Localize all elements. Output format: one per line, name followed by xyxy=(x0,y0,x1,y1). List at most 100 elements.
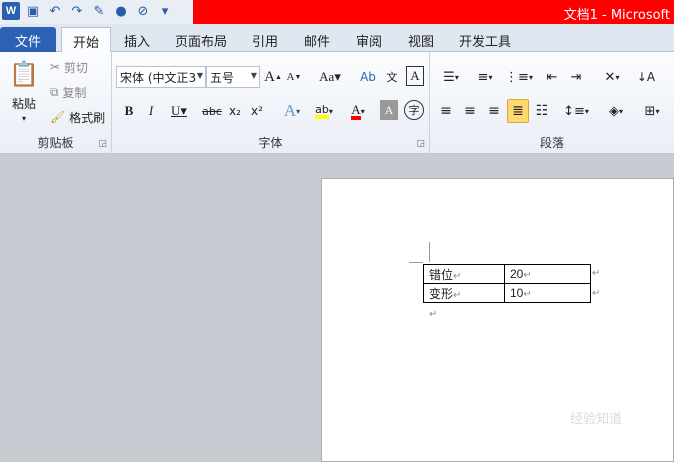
borders-icon[interactable]: ⊞ ▾ xyxy=(638,100,666,122)
cell-text: 错位 xyxy=(429,267,454,282)
format-painter-button[interactable]: 🖌 格式刷 xyxy=(50,108,105,126)
cut-label: 剪切 xyxy=(63,60,88,75)
tab-mailings[interactable]: 邮件 xyxy=(296,27,338,52)
tab-view[interactable]: 视图 xyxy=(400,27,442,52)
color-icon[interactable]: ● xyxy=(112,2,130,20)
table-row: 变形↵ 10↵ xyxy=(423,283,591,303)
change-case-label: Aa xyxy=(319,69,335,84)
shrink-font-button[interactable]: A ▼ xyxy=(285,66,303,88)
paragraph-mark: ↵ xyxy=(429,309,438,320)
tab-page-layout[interactable]: 页面布局 xyxy=(170,27,232,52)
shading-icon[interactable]: ◈ ▾ xyxy=(602,100,630,122)
clipboard-group: 📋 粘贴 ▾ ✂ 剪切 ⧉ 复制 🖌 格式刷 剪贴板 ◲ xyxy=(0,52,112,154)
clear-format-icon[interactable]: Ab xyxy=(358,66,378,88)
align-left-icon[interactable]: ≡ xyxy=(436,100,456,122)
cell-value: 10 xyxy=(510,286,524,300)
shrink-font-label: A xyxy=(286,71,295,83)
cell-value: 20 xyxy=(510,267,524,281)
table-cell[interactable]: 变形↵ xyxy=(423,283,505,303)
enclose-characters-icon[interactable]: 字 xyxy=(404,100,424,120)
tab-developer[interactable]: 开发工具 xyxy=(452,27,518,52)
watermark: 经验知道 xyxy=(570,412,623,427)
italic-button[interactable]: I xyxy=(142,100,160,122)
phonetic-guide-icon[interactable]: 文 xyxy=(382,66,402,88)
save-icon[interactable]: ▣ xyxy=(24,2,42,20)
row-end-mark: ↵ xyxy=(592,288,601,299)
clear-format-icon[interactable]: ⊘ xyxy=(134,2,152,20)
numbering-icon[interactable]: ≡ ▾ xyxy=(470,66,500,88)
highlight-color-icon[interactable]: ab ▾ xyxy=(310,100,338,122)
margin-corner-mark xyxy=(409,262,423,263)
clipboard-launcher-icon[interactable]: ◲ xyxy=(98,139,107,149)
character-shading-icon[interactable]: A xyxy=(380,100,398,120)
font-name-select[interactable]: 宋体 (中文正3 ▼ xyxy=(116,66,206,88)
character-border-icon[interactable]: A xyxy=(406,66,424,86)
font-size-select[interactable]: 五号 ▼ xyxy=(206,66,260,88)
subscript-button[interactable]: x₂ xyxy=(226,100,244,122)
tab-review[interactable]: 审阅 xyxy=(348,27,390,52)
tab-file[interactable]: 文件 xyxy=(0,27,56,52)
chinese-layout-icon[interactable]: ✕ ▾ xyxy=(598,66,626,88)
chevron-down-icon: ▼ xyxy=(196,71,203,80)
tab-references[interactable]: 引用 xyxy=(244,27,286,52)
redo-icon[interactable]: ↷ xyxy=(68,2,86,20)
table-cell[interactable]: 错位↵ xyxy=(423,264,505,284)
ribbon-tab-bar: 文件 开始 插入 页面布局 引用 邮件 审阅 视图 开发工具 xyxy=(0,24,674,52)
document-table[interactable]: 错位↵ 20↵ 变形↵ 10↵ xyxy=(423,264,591,303)
paragraph-group-label: 段落 xyxy=(539,136,564,150)
format-painter-label: 格式刷 xyxy=(69,110,106,125)
font-size-value: 五号 xyxy=(210,71,235,85)
underline-label: U xyxy=(171,103,181,118)
sort-icon[interactable]: ↓A xyxy=(636,66,656,88)
multilevel-list-icon[interactable]: ⋮≡ ▾ xyxy=(504,66,534,88)
brush-icon: 🖌 xyxy=(50,110,66,124)
customize-toolbar-icon[interactable]: ▾ xyxy=(156,2,174,20)
font-color-icon[interactable]: A ▾ xyxy=(344,100,372,122)
bullets-icon[interactable]: ☰ ▾ xyxy=(436,66,466,88)
word-logo-icon[interactable]: W xyxy=(2,2,20,20)
quick-access-toolbar: W ▣ ↶ ↷ ✎ ● ⊘ ▾ xyxy=(2,2,174,20)
bold-button[interactable]: B xyxy=(120,100,138,122)
grow-font-label: A xyxy=(264,68,275,85)
align-center-icon[interactable]: ≡ xyxy=(460,100,480,122)
increase-indent-icon[interactable]: ⇥ xyxy=(566,66,586,88)
cell-mark: ↵ xyxy=(523,270,532,281)
table-cell[interactable]: 10↵ xyxy=(504,283,591,303)
font-group-label: 字体 xyxy=(258,136,283,150)
font-launcher-icon[interactable]: ◲ xyxy=(416,139,425,149)
cell-mark: ↵ xyxy=(453,270,462,282)
paste-icon[interactable]: 📋 xyxy=(6,56,42,92)
table-cell[interactable]: 20↵ xyxy=(504,264,591,284)
margin-corner-mark xyxy=(429,242,430,262)
strikethrough-button[interactable]: abc xyxy=(200,100,224,122)
underline-button[interactable]: U ▾ xyxy=(166,100,192,122)
justify-icon[interactable]: ≣ xyxy=(507,99,529,123)
paint-icon[interactable]: ✎ xyxy=(90,2,108,20)
clipboard-group-label: 剪贴板 xyxy=(37,136,74,150)
cut-button[interactable]: ✂ 剪切 xyxy=(50,58,88,76)
cell-mark: ↵ xyxy=(453,289,462,301)
copy-button[interactable]: ⧉ 复制 xyxy=(50,83,86,101)
undo-icon[interactable]: ↶ xyxy=(46,2,64,20)
scissors-icon: ✂ xyxy=(50,60,61,74)
grow-font-button[interactable]: A ▲ xyxy=(264,66,282,88)
copy-icon: ⧉ xyxy=(50,84,59,99)
align-right-icon[interactable]: ≡ xyxy=(484,100,504,122)
paste-button[interactable]: 粘贴 xyxy=(4,94,44,112)
change-case-button[interactable]: Aa ▾ xyxy=(316,66,344,88)
decrease-indent-icon[interactable]: ⇤ xyxy=(542,66,562,88)
font-name-value: 宋体 (中文正3 xyxy=(120,71,197,85)
title-bar: W ▣ ↶ ↷ ✎ ● ⊘ ▾ 文档1 - Microsoft xyxy=(0,0,674,24)
text-effects-icon[interactable]: A ▾ xyxy=(278,100,306,122)
font-group: 宋体 (中文正3 ▼ 五号 ▼ A ▲ A ▼ Aa ▾ Ab 文 A B I U ▾ … xyxy=(112,52,430,154)
paste-dropdown-icon[interactable]: ▾ xyxy=(18,112,30,124)
superscript-button[interactable]: x² xyxy=(248,100,266,122)
tab-insert[interactable]: 插入 xyxy=(116,27,158,52)
line-spacing-icon[interactable]: ↕≡ ▾ xyxy=(562,100,590,122)
ribbon: 📋 粘贴 ▾ ✂ 剪切 ⧉ 复制 🖌 格式刷 剪贴板 ◲ 宋体 (中文正3 ▼ … xyxy=(0,52,674,154)
distributed-icon[interactable]: ☷ xyxy=(532,100,552,122)
tab-home[interactable]: 开始 xyxy=(61,27,111,52)
window-title: 文档1 - Microsoft xyxy=(563,8,670,23)
table-row: 错位↵ 20↵ xyxy=(423,264,591,284)
cell-text: 变形 xyxy=(429,286,454,301)
